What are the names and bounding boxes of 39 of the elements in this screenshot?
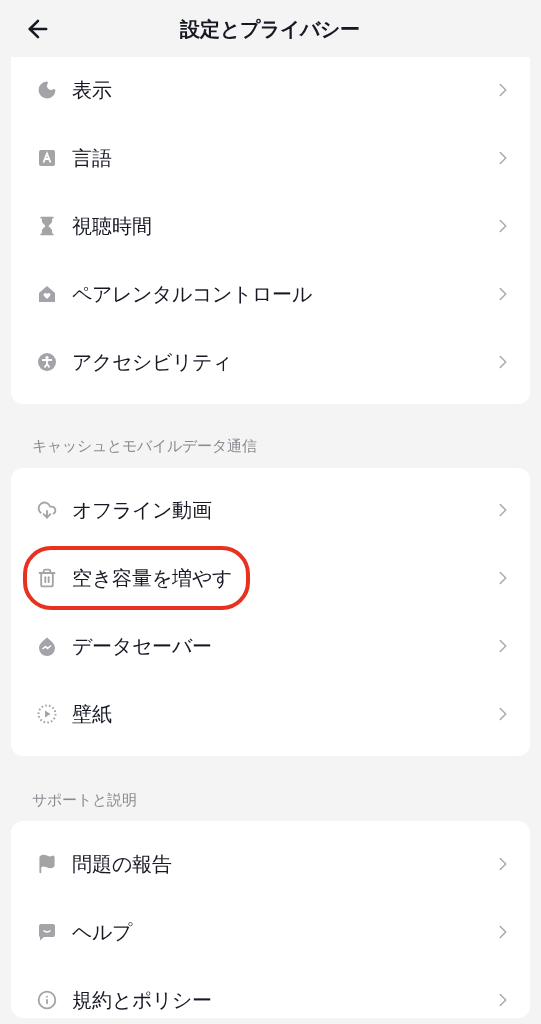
help-chat-icon [37,922,57,942]
play-circle-icon [37,704,57,724]
settings-item[interactable]: 規約とポリシー [11,966,530,1018]
item-label: 壁紙 [72,702,112,727]
settings-item[interactable]: 言語 [11,124,530,192]
accessibility-icon [37,352,57,372]
settings-item[interactable]: 問題の報告 [11,830,530,898]
settings-item[interactable]: データセーバー [11,612,530,680]
info-icon [37,990,57,1010]
item-label: 問題の報告 [72,852,172,877]
item-label: ペアレンタルコントロール [72,282,312,307]
hourglass-icon [37,216,57,236]
item-label: 表示 [72,78,112,103]
settings-item[interactable]: 空き容量を増やす [11,544,530,612]
item-label: データセーバー [72,634,212,659]
data-saver-icon [37,636,57,656]
settings-item[interactable]: アクセシビリティ [11,328,530,396]
cloud-download-icon [37,500,57,520]
settings-item[interactable]: 表示 [11,57,530,124]
settings-item[interactable]: ヘルプ [11,898,530,966]
house-heart-icon [37,284,57,304]
item-label: 言語 [72,146,112,171]
settings-item[interactable]: 視聴時間 [11,192,530,260]
settings-item[interactable]: ペアレンタルコントロール [11,260,530,328]
settings-item[interactable]: 壁紙 [11,680,530,748]
item-label: 空き容量を増やす [72,566,232,591]
item-label: オフライン動画 [72,498,212,523]
flag-icon [37,854,57,874]
section-title: キャッシュとモバイルデータ通信 [32,436,258,456]
item-label: ヘルプ [72,920,132,945]
item-label: アクセシビリティ [72,350,232,375]
trash-icon [37,568,57,588]
language-icon [37,148,57,168]
page-title: 設定とプライバシー [178,16,361,42]
item-label: 視聴時間 [72,214,152,239]
item-label: 規約とポリシー [72,988,212,1013]
settings-item[interactable]: オフライン動画 [11,476,530,544]
section-title: サポートと説明 [32,790,138,810]
moon-icon [37,80,57,100]
